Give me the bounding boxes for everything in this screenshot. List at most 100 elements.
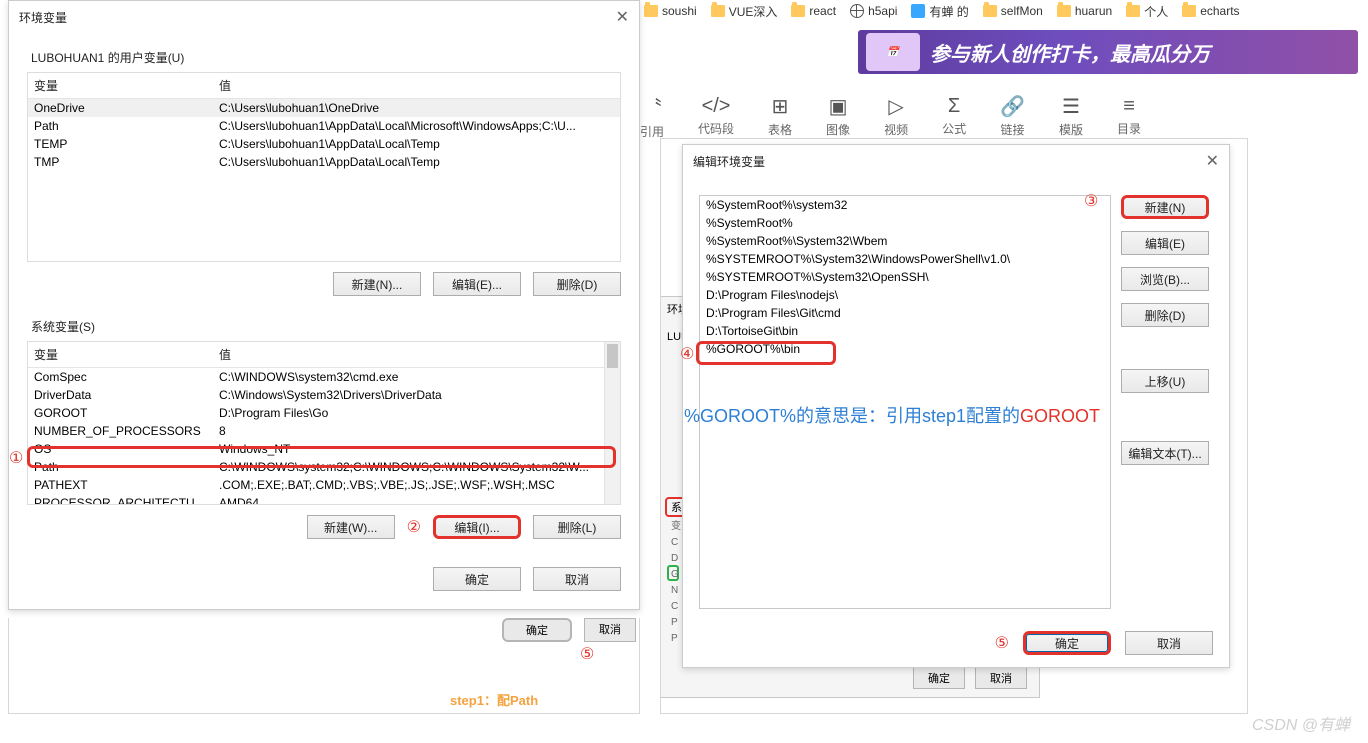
- list-item-goroot[interactable]: %GOROOT%\bin: [700, 340, 1110, 358]
- folder-icon: [983, 5, 997, 17]
- cancel-button[interactable]: 取消: [533, 567, 621, 591]
- scrollbar[interactable]: [604, 342, 620, 504]
- ghost-cancel-button[interactable]: 取消: [975, 667, 1027, 689]
- col-header-var: 变量: [28, 73, 213, 98]
- close-icon[interactable]: ✕: [1206, 151, 1219, 171]
- user-vars-table[interactable]: 变量 值 OneDriveC:\Users\lubohuan1\OneDrive…: [27, 72, 621, 262]
- banner-text: 参与新人创作打卡，最高瓜分万: [930, 38, 1210, 67]
- list-item[interactable]: %SYSTEMROOT%\System32\OpenSSH\: [700, 268, 1110, 286]
- ghost-ok-button[interactable]: 确定: [913, 667, 965, 689]
- edit-entry-button[interactable]: 编辑(E): [1121, 231, 1209, 255]
- globe-icon: [850, 4, 864, 18]
- edit-sys-var-button[interactable]: 编辑(I)...: [433, 515, 521, 539]
- bookmark-item[interactable]: 个人: [1126, 3, 1168, 20]
- tb-link[interactable]: 🔗链接: [1000, 94, 1025, 138]
- image-icon: ▣: [829, 94, 848, 119]
- list-item[interactable]: %SystemRoot%\System32\Wbem: [700, 232, 1110, 250]
- bookmark-item[interactable]: react: [791, 4, 836, 18]
- tb-formula[interactable]: Σ公式: [942, 95, 966, 137]
- table-icon: ⊞: [772, 94, 789, 119]
- new-sys-var-button[interactable]: 新建(W)...: [307, 515, 395, 539]
- new-user-var-button[interactable]: 新建(N)...: [333, 272, 421, 296]
- tb-table[interactable]: ⊞表格: [768, 94, 792, 138]
- user-vars-label: LUBOHUAN1 的用户变量(U): [27, 49, 621, 72]
- bookmark-item[interactable]: echarts: [1182, 4, 1239, 18]
- folder-icon: [1126, 5, 1140, 17]
- tb-code[interactable]: </>代码段: [698, 95, 734, 137]
- tb-video[interactable]: ▷视频: [884, 94, 908, 138]
- annot-one: ①: [9, 448, 23, 468]
- table-row[interactable]: PROCESSOR_ARCHITECTUREAMD64: [28, 494, 620, 505]
- watermark: CSDN @有蝉: [1252, 711, 1350, 735]
- video-icon: ▷: [888, 94, 903, 119]
- table-row[interactable]: OneDriveC:\Users\lubohuan1\OneDrive: [28, 99, 620, 117]
- template-icon: ☰: [1062, 94, 1080, 119]
- annot-three: ③: [1084, 191, 1098, 211]
- promo-banner[interactable]: 📅 参与新人创作打卡，最高瓜分万: [858, 30, 1358, 74]
- tb-toc[interactable]: ≡目录: [1117, 95, 1141, 137]
- close-icon[interactable]: ✕: [616, 7, 629, 27]
- annot-five-b: ⑤: [580, 644, 594, 664]
- edit-user-var-button[interactable]: 编辑(E)...: [433, 272, 521, 296]
- folder-icon: [1057, 5, 1071, 17]
- col-header-var: 变量: [28, 342, 213, 367]
- link-icon: 🔗: [1000, 94, 1025, 119]
- col-header-val: 值: [213, 342, 620, 367]
- move-up-button[interactable]: 上移(U): [1121, 369, 1209, 393]
- editor-toolbar: 〝引用 </>代码段 ⊞表格 ▣图像 ▷视频 Σ公式 🔗链接 ☰模版 ≡目录: [640, 92, 1358, 140]
- ok-button[interactable]: 确定: [1023, 631, 1111, 655]
- table-row[interactable]: DriverDataC:\Windows\System32\Drivers\Dr…: [28, 386, 620, 404]
- bookmark-item[interactable]: soushi: [644, 4, 697, 18]
- delete-entry-button[interactable]: 删除(D): [1121, 303, 1209, 327]
- tb-quote[interactable]: 〝引用: [640, 92, 664, 140]
- table-row[interactable]: OSWindows_NT: [28, 440, 620, 458]
- annot-four: ④: [680, 344, 694, 364]
- list-item[interactable]: %SystemRoot%: [700, 214, 1110, 232]
- bookmark-item[interactable]: 有蝉 的: [911, 3, 968, 20]
- bookmark-item[interactable]: VUE深入: [711, 3, 778, 20]
- list-item[interactable]: D:\TortoiseGit\bin: [700, 322, 1110, 340]
- bookmark-item[interactable]: selfMon: [983, 4, 1043, 18]
- list-item[interactable]: D:\Program Files\nodejs\: [700, 286, 1110, 304]
- tb-template[interactable]: ☰模版: [1059, 94, 1083, 138]
- dialog-title: 编辑环境变量: [693, 153, 765, 170]
- delete-user-var-button[interactable]: 删除(D): [533, 272, 621, 296]
- table-row[interactable]: GOROOTD:\Program Files\Go: [28, 404, 620, 422]
- table-row[interactable]: NUMBER_OF_PROCESSORS8: [28, 422, 620, 440]
- table-row[interactable]: PATHEXT.COM;.EXE;.BAT;.CMD;.VBS;.VBE;.JS…: [28, 476, 620, 494]
- edit-text-button[interactable]: 编辑文本(T)...: [1121, 441, 1209, 465]
- browse-button[interactable]: 浏览(B)...: [1121, 267, 1209, 291]
- env-vars-dialog: 环境变量 ✕ LUBOHUAN1 的用户变量(U) 变量 值 OneDriveC…: [8, 0, 640, 610]
- table-row-path[interactable]: PathC:\WINDOWS\system32;C:\WINDOWS;C:\WI…: [28, 458, 620, 476]
- dialog-titlebar: 环境变量 ✕: [9, 1, 639, 33]
- table-row[interactable]: TMPC:\Users\lubohuan1\AppData\Local\Temp: [28, 153, 620, 171]
- dialog-title: 环境变量: [19, 9, 67, 26]
- site-icon: [911, 4, 925, 18]
- folder-icon: [1182, 5, 1196, 17]
- bookmarks-bar: soushi VUE深入 react h5api 有蝉 的 selfMon hu…: [640, 0, 1368, 22]
- ok-button[interactable]: 确定: [433, 567, 521, 591]
- folder-icon: [711, 5, 725, 17]
- delete-sys-var-button[interactable]: 删除(L): [533, 515, 621, 539]
- cancel-button[interactable]: 取消: [1125, 631, 1213, 655]
- new-entry-button[interactable]: 新建(N): [1121, 195, 1209, 219]
- code-icon: </>: [702, 95, 731, 118]
- sigma-icon: Σ: [948, 95, 960, 118]
- bookmark-item[interactable]: h5api: [850, 4, 897, 18]
- table-row[interactable]: TEMPC:\Users\lubohuan1\AppData\Local\Tem…: [28, 135, 620, 153]
- list-item[interactable]: %SYSTEMROOT%\System32\WindowsPowerShell\…: [700, 250, 1110, 268]
- list-item[interactable]: D:\Program Files\Git\cmd: [700, 304, 1110, 322]
- ghost-ok-button-2[interactable]: 确定: [502, 618, 572, 642]
- tb-image[interactable]: ▣图像: [826, 94, 850, 138]
- table-row[interactable]: PathC:\Users\lubohuan1\AppData\Local\Mic…: [28, 117, 620, 135]
- ghost-cancel-button-2[interactable]: 取消: [584, 618, 636, 642]
- annotation-explain: %GOROOT%的意思是：引用step1配置的GOROOT: [684, 402, 1100, 428]
- annot-five: ⑤: [995, 633, 1009, 653]
- toc-icon: ≡: [1123, 95, 1135, 118]
- banner-image: 📅: [866, 33, 920, 71]
- list-item[interactable]: %SystemRoot%\system32: [700, 196, 1110, 214]
- sys-vars-table[interactable]: 变量 值 ComSpecC:\WINDOWS\system32\cmd.exe …: [27, 341, 621, 505]
- annot-two: ②: [407, 517, 421, 537]
- table-row[interactable]: ComSpecC:\WINDOWS\system32\cmd.exe: [28, 368, 620, 386]
- bookmark-item[interactable]: huarun: [1057, 4, 1112, 18]
